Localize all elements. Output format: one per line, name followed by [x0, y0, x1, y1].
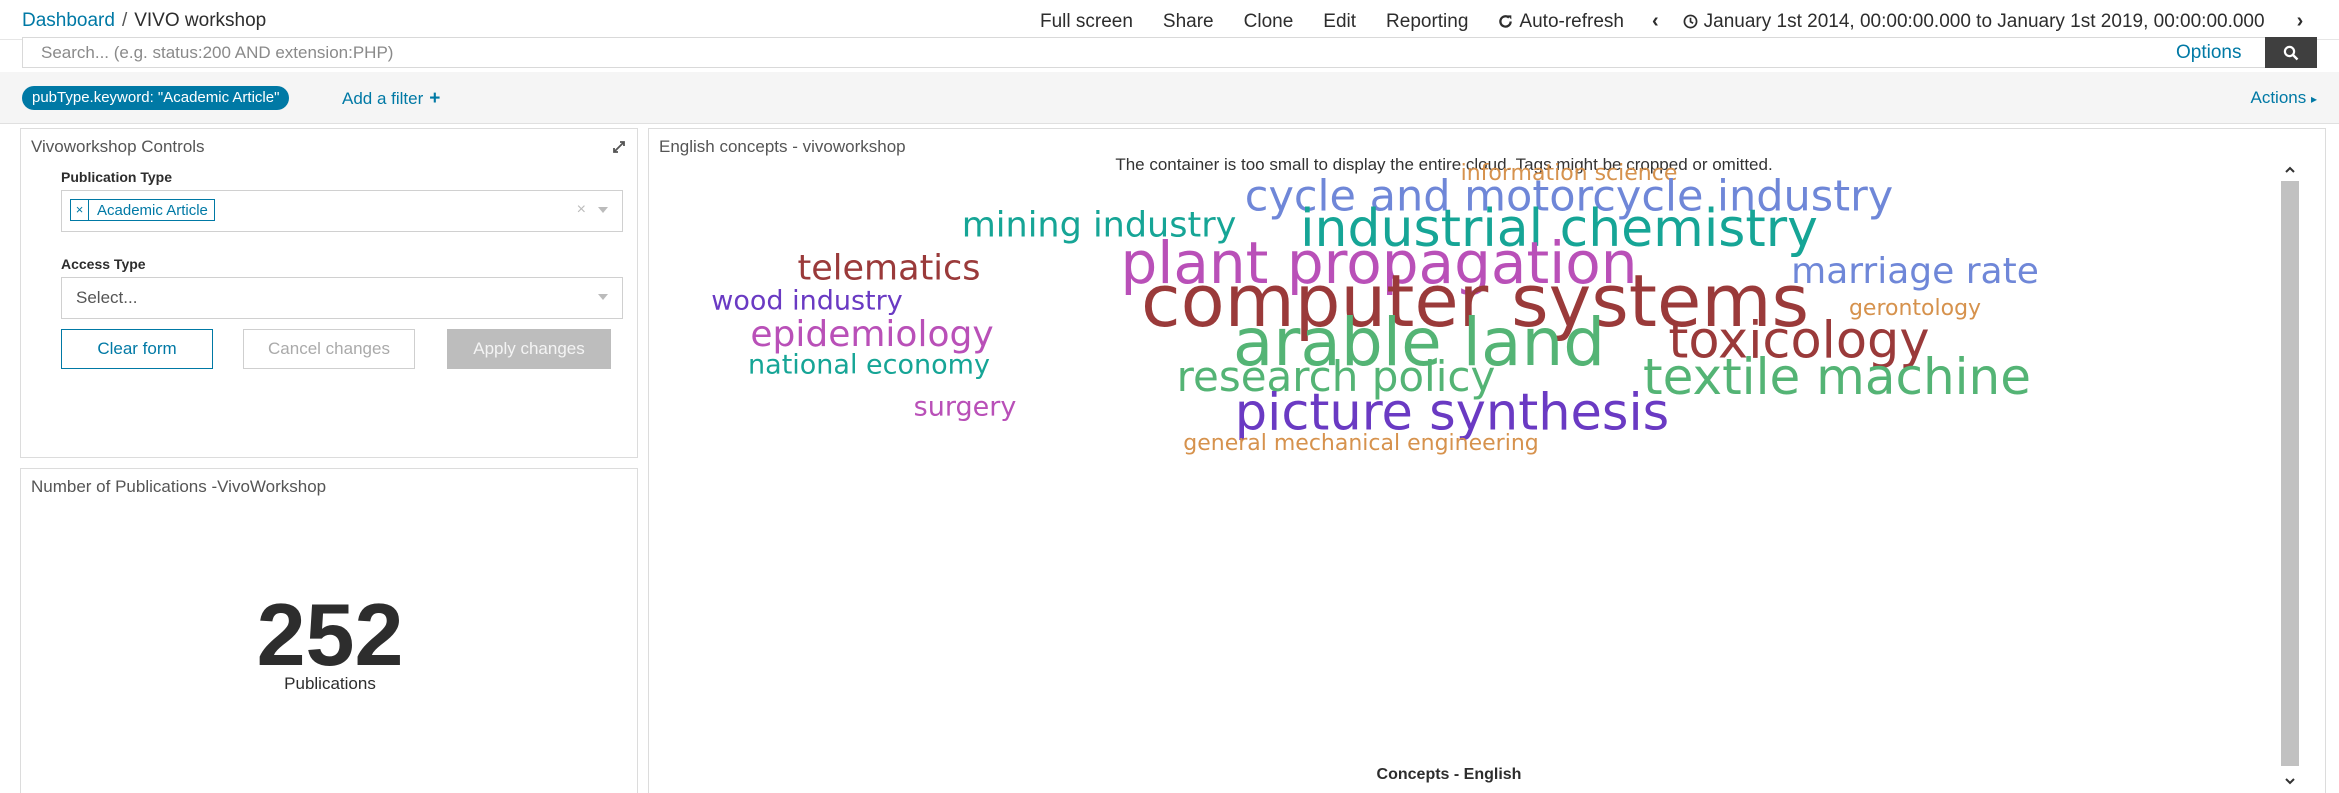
cloud-word[interactable]: telematics — [798, 251, 981, 287]
refresh-icon — [1499, 15, 1513, 28]
publication-type-label: Publication Type — [61, 169, 172, 185]
count-panel-title: Number of Publications -VivoWorkshop — [31, 477, 327, 496]
auto-refresh-button[interactable]: Auto-refresh — [1498, 11, 1624, 33]
breadcrumb-current: VIVO workshop — [134, 10, 267, 31]
controls-panel-title: Vivoworkshop Controls — [31, 137, 205, 156]
access-type-label: Access Type — [61, 256, 146, 272]
access-type-select[interactable]: Select... — [61, 277, 623, 319]
cancel-changes-button[interactable]: Cancel changes — [243, 329, 415, 369]
scroll-up-icon[interactable] — [2279, 159, 2301, 179]
access-type-placeholder: Select... — [76, 288, 138, 307]
clear-selection-icon[interactable]: × — [577, 201, 586, 219]
cloud-word[interactable]: national economy — [748, 352, 990, 379]
clock-icon — [1683, 14, 1698, 29]
add-filter-link[interactable]: Add a filter + — [342, 88, 440, 110]
filter-pill[interactable]: pubType.keyword: "Academic Article" — [22, 86, 290, 110]
top-menu: Full screen Share Clone Edit Reporting A… — [1040, 10, 2327, 33]
breadcrumb-dashboard-link[interactable]: Dashboard — [22, 10, 115, 31]
scroll-thumb[interactable] — [2281, 181, 2299, 766]
clone-button[interactable]: Clone — [1244, 11, 1294, 33]
reporting-button[interactable]: Reporting — [1386, 11, 1468, 33]
word-cloud-panel: English concepts - vivoworkshop The cont… — [648, 128, 2326, 793]
publication-type-tag-label: Academic Article — [97, 201, 208, 219]
search-bar: Options — [22, 37, 2317, 68]
cloud-word[interactable]: surgery — [914, 394, 1017, 421]
search-input[interactable] — [23, 38, 2123, 67]
metric-label: Publications — [284, 674, 376, 693]
scrollbar[interactable] — [2279, 159, 2301, 789]
time-range-label: January 1st 2014, 00:00:00.000 to Januar… — [1703, 10, 2265, 32]
apply-changes-button[interactable]: Apply changes — [447, 329, 611, 369]
publication-type-tag: × Academic Article — [70, 199, 215, 221]
plus-icon: + — [429, 88, 441, 109]
time-forward-chevron-icon[interactable]: › — [2297, 10, 2304, 33]
cloud-caption: Concepts - English — [1376, 766, 1522, 783]
breadcrumb: Dashboard / VIVO workshop — [22, 10, 266, 32]
publication-type-select[interactable]: × Academic Article × — [61, 190, 623, 232]
expand-icon[interactable] — [611, 139, 627, 155]
options-link[interactable]: Options — [2176, 42, 2241, 64]
publication-count-panel: Number of Publications -VivoWorkshop 252… — [20, 468, 638, 793]
scroll-down-icon[interactable] — [2279, 771, 2301, 791]
time-back-chevron-icon[interactable]: ‹ — [1652, 10, 1659, 33]
word-cloud: information science cycle and motorcycle … — [649, 129, 2249, 793]
edit-button[interactable]: Edit — [1323, 11, 1356, 33]
controls-panel: Vivoworkshop Controls Publication Type ×… — [20, 128, 638, 458]
clear-form-button[interactable]: Clear form — [61, 329, 213, 369]
auto-refresh-label: Auto-refresh — [1519, 10, 1624, 32]
filter-bar: pubType.keyword: "Academic Article" Add … — [0, 72, 2339, 124]
cloud-word[interactable]: marriage rate — [1791, 254, 2039, 290]
cloud-word[interactable]: general mechanical engineering — [1183, 433, 1538, 455]
time-range-picker[interactable]: January 1st 2014, 00:00:00.000 to Januar… — [1683, 11, 2265, 33]
full-screen-button[interactable]: Full screen — [1040, 11, 1133, 33]
metric-value: 252 — [256, 585, 404, 684]
chevron-down-icon[interactable] — [598, 207, 608, 213]
cloud-word[interactable]: textile machine — [1643, 352, 2031, 402]
chevron-down-icon[interactable] — [598, 294, 608, 300]
search-icon — [2283, 45, 2299, 60]
add-filter-label: Add a filter — [342, 89, 424, 108]
top-nav: Dashboard / VIVO workshop Full screen Shar… — [0, 0, 2339, 40]
remove-tag-icon[interactable]: × — [71, 200, 89, 220]
cloud-word[interactable]: epidemiology — [750, 317, 993, 353]
caret-right-icon: ▸ — [2310, 92, 2317, 106]
breadcrumb-separator: / — [121, 10, 128, 31]
share-button[interactable]: Share — [1163, 11, 1214, 33]
actions-label: Actions — [2250, 88, 2307, 107]
cloud-word[interactable]: wood industry — [711, 288, 902, 315]
search-button[interactable] — [2265, 37, 2317, 68]
actions-link[interactable]: Actions ▸ — [2250, 88, 2317, 108]
